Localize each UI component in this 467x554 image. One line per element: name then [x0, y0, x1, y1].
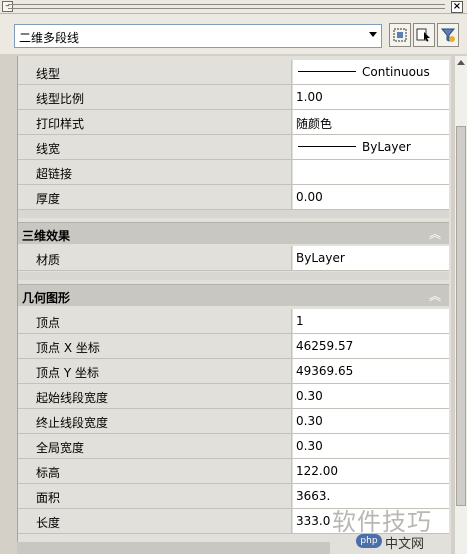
property-row-elevation[interactable]: 标高 122.00 — [18, 459, 449, 484]
property-row-linetype-scale[interactable]: 线型比例 1.00 — [18, 85, 449, 110]
property-key: 线型比例 — [18, 85, 292, 109]
section-gap — [18, 272, 449, 280]
quick-select-icon — [393, 28, 407, 42]
property-key: 标高 — [18, 459, 292, 483]
watermark-subtext: 中文网 — [385, 537, 425, 552]
object-selector-bar: 二维多段线 — [0, 14, 467, 54]
property-key: 打印样式 — [18, 110, 292, 134]
property-key: 长度 — [18, 509, 292, 533]
property-key: 顶点 X 坐标 — [18, 334, 292, 358]
property-value[interactable] — [293, 160, 449, 184]
property-value[interactable]: Continuous — [293, 60, 449, 84]
property-value[interactable]: 46259.57 — [293, 334, 449, 358]
property-row-plot-style[interactable]: 打印样式 随颜色 — [18, 110, 449, 135]
property-value[interactable]: 0.00 — [293, 185, 449, 209]
section-header-3d-effects[interactable]: 三维效果 ︽ — [18, 222, 449, 244]
vertical-scrollbar[interactable] — [455, 56, 467, 554]
property-value[interactable]: ByLayer — [293, 135, 449, 159]
property-value-text: Continuous — [362, 65, 430, 79]
property-value[interactable]: 122.00 — [293, 459, 449, 483]
panel-bottom-edge — [17, 542, 330, 554]
section-title: 几何图形 — [22, 291, 71, 305]
property-row-thickness[interactable]: 厚度 0.00 — [18, 185, 449, 210]
pickadd-toggle-icon — [440, 28, 456, 42]
object-type-dropdown[interactable]: 二维多段线 — [14, 24, 382, 48]
property-row-vertex[interactable]: 顶点 1 — [18, 309, 449, 334]
property-value[interactable]: 随颜色 — [293, 110, 449, 134]
property-value[interactable]: 0.30 — [293, 434, 449, 458]
property-value-text: ByLayer — [362, 140, 411, 154]
property-key: 线宽 — [18, 135, 292, 159]
drag-grip[interactable] — [8, 4, 445, 9]
linetype-sample — [298, 71, 356, 72]
property-key: 面积 — [18, 484, 292, 508]
watermark: 软件技巧 php 中文网 — [330, 500, 467, 554]
property-row-end-width[interactable]: 终止线段宽度 0.30 — [18, 409, 449, 434]
property-row-vertex-y[interactable]: 顶点 Y 坐标 49369.65 — [18, 359, 449, 384]
object-type-value: 二维多段线 — [19, 31, 80, 45]
section-title: 三维效果 — [22, 229, 71, 243]
property-key: 超链接 — [18, 160, 292, 184]
scroll-up-icon[interactable] — [455, 56, 467, 68]
pickadd-toggle-button[interactable] — [437, 23, 459, 47]
property-value[interactable]: 1.00 — [293, 85, 449, 109]
property-key: 线型 — [18, 60, 292, 84]
property-key: 顶点 — [18, 309, 292, 333]
property-key: 材质 — [18, 246, 292, 270]
property-value[interactable]: 1 — [293, 309, 449, 333]
select-objects-button[interactable] — [413, 23, 435, 47]
close-icon[interactable]: × — [451, 1, 463, 13]
property-row-hyperlink[interactable]: 超链接 — [18, 160, 449, 185]
watermark-badge: php — [356, 534, 382, 548]
property-row-start-width[interactable]: 起始线段宽度 0.30 — [18, 384, 449, 409]
collapse-chevron-icon[interactable]: ︽ — [429, 225, 441, 242]
property-value[interactable]: ByLayer — [293, 246, 449, 270]
property-row-global-width[interactable]: 全局宽度 0.30 — [18, 434, 449, 459]
palette-title-strip[interactable]: – × — [0, 0, 467, 14]
property-key: 终止线段宽度 — [18, 409, 292, 433]
property-key: 全局宽度 — [18, 434, 292, 458]
property-row-vertex-x[interactable]: 顶点 X 坐标 46259.57 — [18, 334, 449, 359]
property-value[interactable]: 0.30 — [293, 409, 449, 433]
section-header-geometry[interactable]: 几何图形 ︽ — [18, 284, 449, 306]
select-objects-icon — [416, 28, 430, 42]
dropdown-arrow-icon[interactable] — [369, 32, 377, 37]
watermark-text: 软件技巧 — [332, 508, 432, 536]
quick-select-button[interactable] — [389, 23, 411, 47]
collapse-chevron-icon[interactable]: ︽ — [429, 287, 441, 304]
property-value[interactable]: 0.30 — [293, 384, 449, 408]
property-row-linetype[interactable]: 线型 Continuous — [18, 60, 449, 85]
property-key: 顶点 Y 坐标 — [18, 359, 292, 383]
property-key: 起始线段宽度 — [18, 384, 292, 408]
property-value[interactable]: 49369.65 — [293, 359, 449, 383]
property-row-material[interactable]: 材质 ByLayer — [18, 246, 449, 271]
property-row-lineweight[interactable]: 线宽 ByLayer — [18, 135, 449, 160]
scroll-thumb[interactable] — [456, 126, 466, 506]
section-gap — [18, 210, 449, 218]
property-key: 厚度 — [18, 185, 292, 209]
lineweight-sample — [298, 146, 356, 147]
